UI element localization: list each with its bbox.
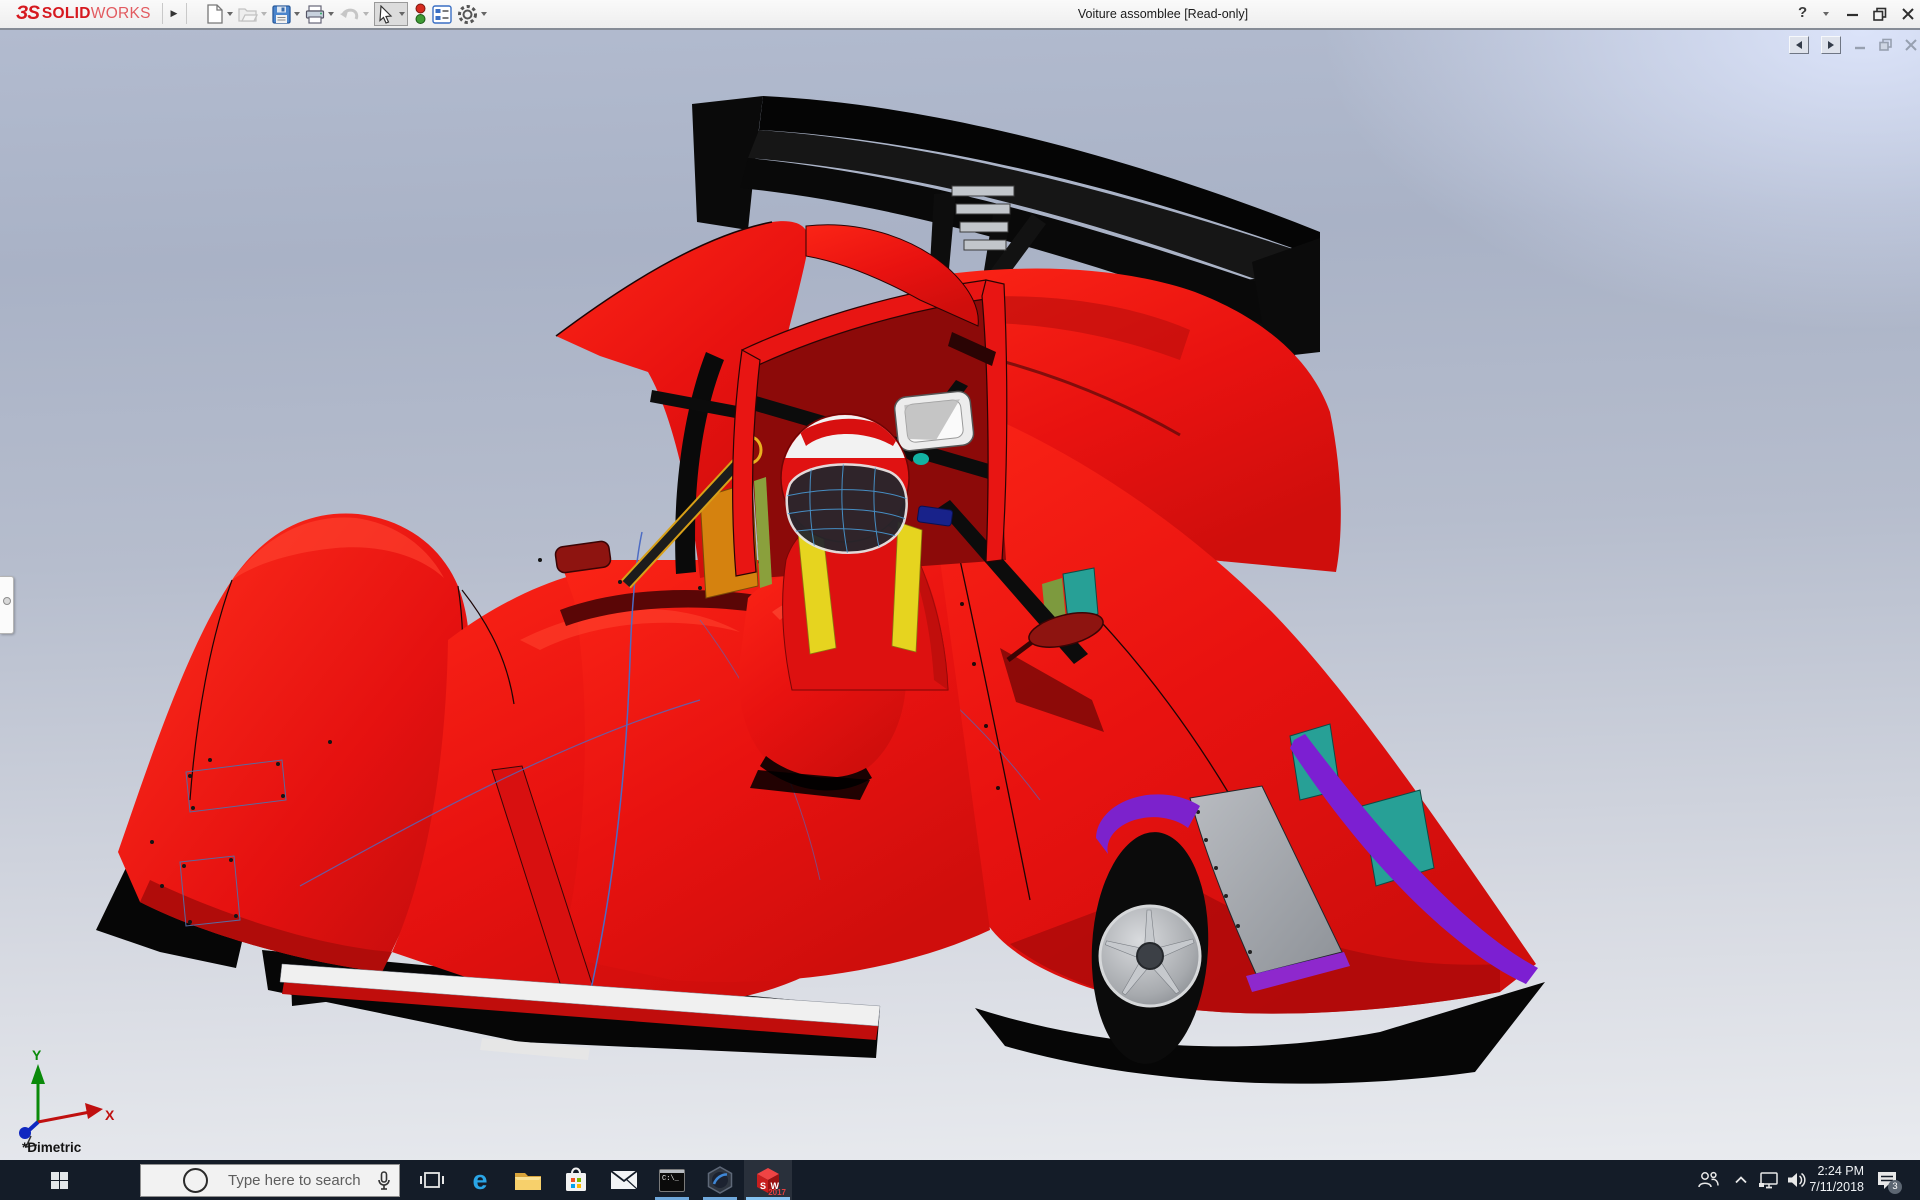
file-explorer-icon (514, 1168, 542, 1192)
doc-close-button[interactable] (1904, 38, 1918, 52)
edge-button[interactable]: e (456, 1160, 504, 1200)
solidworks-2017-button[interactable]: S W 2017 (744, 1160, 792, 1200)
help-caret[interactable] (1823, 12, 1829, 16)
mail-icon (610, 1170, 638, 1190)
triad-y-label: Y (32, 1047, 42, 1063)
orientation-triad: Y X (19, 1047, 115, 1147)
options-button[interactable] (457, 2, 487, 26)
hexagon-app-button[interactable] (696, 1160, 744, 1200)
store-button[interactable] (552, 1160, 600, 1200)
visor (787, 464, 907, 552)
tray-expand-button[interactable] (1728, 1160, 1754, 1200)
view-orientation-label: *Dimetric (22, 1140, 81, 1155)
search-input[interactable] (226, 1171, 370, 1190)
panel-grip-icon (3, 597, 11, 605)
svg-text:S: S (760, 1181, 766, 1191)
doc-minimize-button[interactable] (1853, 38, 1868, 52)
pane-left-button[interactable] (1789, 36, 1809, 54)
traffic-light-button[interactable] (414, 2, 427, 26)
select-arrow-icon (377, 5, 395, 24)
people-button[interactable] (1692, 1160, 1724, 1200)
solidworks-logo-mark: ЗS (16, 3, 39, 25)
traffic-light-icon (414, 3, 427, 25)
print-button[interactable] (305, 2, 334, 26)
taskbar-clock[interactable]: 2:24 PM 7/11/2018 (1800, 1164, 1864, 1195)
menu-flyout-arrow-icon[interactable]: ▶ (167, 6, 181, 21)
separator (186, 3, 187, 24)
command-prompt-icon: C:\_ (659, 1169, 685, 1192)
select-tool-button[interactable] (374, 2, 408, 26)
gear-icon (457, 4, 478, 25)
command-prompt-button[interactable]: C:\_ (648, 1160, 696, 1200)
title-bar: ЗS SOLID WORKS ▶ (0, 0, 1920, 30)
window-title: Voiture assomblee [Read-only] (1078, 7, 1248, 21)
task-view-icon (419, 1169, 445, 1191)
car-model (96, 96, 1545, 1084)
solidworks-2017-icon: S W 2017 (753, 1165, 783, 1195)
triad-x-label: X (105, 1107, 115, 1123)
help-button[interactable]: ? (1798, 4, 1807, 21)
people-icon (1696, 1170, 1720, 1190)
new-document-button[interactable] (206, 2, 233, 26)
notification-badge: 3 (1888, 1180, 1902, 1194)
edge-icon: e (472, 1167, 487, 1194)
undo-button[interactable] (339, 2, 369, 26)
intake-box (893, 390, 974, 452)
clock-date: 7/11/2018 (1800, 1180, 1864, 1196)
network-button[interactable] (1754, 1160, 1784, 1200)
task-view-button[interactable] (408, 1160, 456, 1200)
minimize-button[interactable] (1845, 6, 1861, 22)
windows-taskbar: e C:\_ (0, 1160, 1920, 1200)
pane-right-button[interactable] (1821, 36, 1841, 54)
restore-button[interactable] (1872, 6, 1888, 22)
separator (162, 3, 163, 24)
microphone-icon[interactable] (376, 1170, 392, 1197)
taskbar-search[interactable] (140, 1164, 400, 1197)
undo-icon (339, 5, 360, 23)
display-pane-icon (432, 5, 452, 24)
file-explorer-button[interactable] (504, 1160, 552, 1200)
save-button[interactable] (272, 2, 300, 26)
new-document-icon (206, 4, 224, 24)
clock-time: 2:24 PM (1800, 1164, 1864, 1180)
close-button[interactable] (1900, 6, 1916, 22)
doc-restore-button[interactable] (1878, 38, 1894, 52)
solidworks-logo: ЗS SOLID WORKS (16, 3, 151, 25)
windows-logo-icon (51, 1172, 68, 1189)
network-icon (1758, 1171, 1780, 1189)
open-button[interactable] (238, 2, 267, 26)
save-icon (272, 5, 291, 24)
select-tool-caret[interactable] (399, 12, 405, 16)
cortana-ring-icon (183, 1168, 208, 1193)
print-icon (305, 5, 325, 24)
feature-panel-tab[interactable] (0, 576, 14, 634)
mail-button[interactable] (600, 1160, 648, 1200)
store-icon (564, 1167, 588, 1193)
hexagon-app-icon (706, 1166, 734, 1194)
document-window-controls (1789, 36, 1920, 54)
start-button[interactable] (36, 1160, 82, 1200)
chevron-up-icon (1735, 1176, 1747, 1184)
model-3d[interactable]: Y X (0, 0, 1920, 1200)
open-folder-icon (238, 5, 258, 23)
display-pane-button[interactable] (432, 2, 452, 26)
